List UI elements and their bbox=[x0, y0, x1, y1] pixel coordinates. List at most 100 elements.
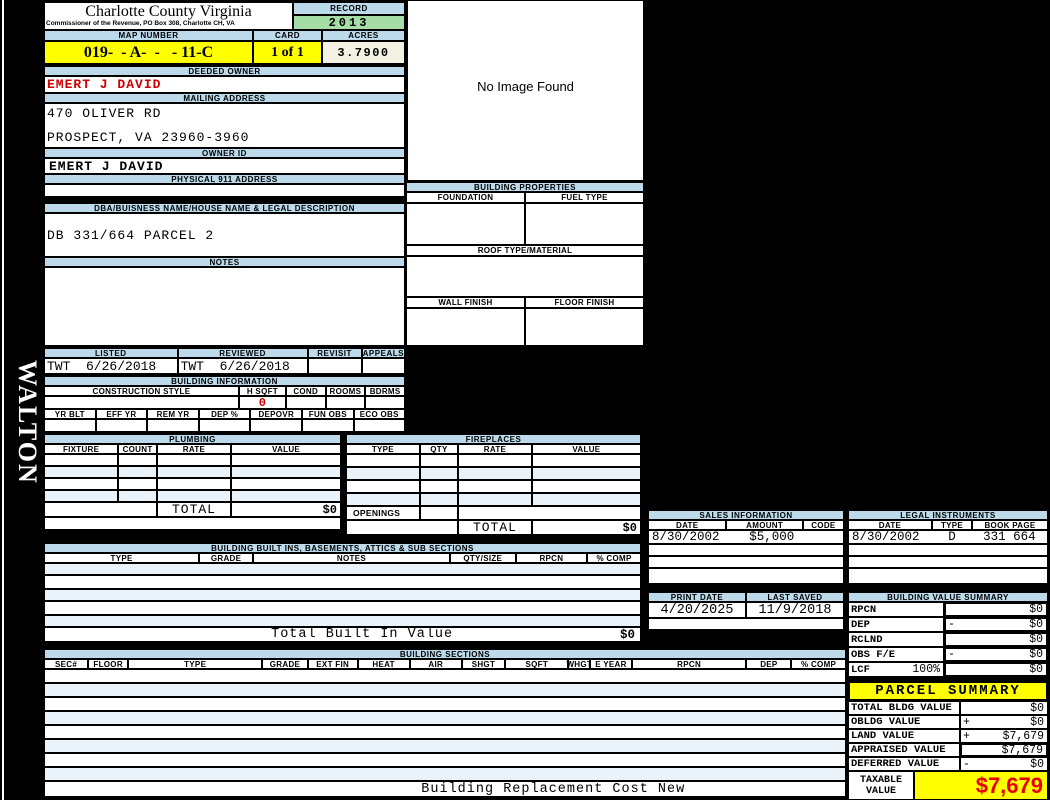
sales-date-value: 8/30/2002 bbox=[652, 530, 720, 544]
hsqft-value: 0 bbox=[238, 396, 286, 410]
building-properties: BUILDING PROPERTIES FOUNDATION FUEL TYPE… bbox=[406, 182, 644, 346]
sales-row: 8/30/2002 $5,000 bbox=[648, 530, 844, 544]
review-table: LISTED REVIEWED REVISIT APPEALS TWT 6/26… bbox=[44, 348, 405, 374]
legal-type-label: TYPE bbox=[932, 520, 972, 530]
building-information: BUILDING INFORMATION CONSTRUCTION STYLE … bbox=[44, 376, 405, 432]
vs-obs-label: OBS F/E bbox=[848, 647, 944, 662]
address-line2: PROSPECT, VA 23960-3960 bbox=[47, 130, 250, 145]
taxable-label-line2: VALUE bbox=[865, 785, 896, 797]
fp-rate-label: RATE bbox=[458, 444, 532, 454]
ps-obldg-value: $0 bbox=[1030, 715, 1044, 729]
foundation-label: FOUNDATION bbox=[406, 192, 525, 203]
cond-label: COND bbox=[285, 386, 326, 396]
built-ins-total-value: $0 bbox=[619, 627, 635, 642]
effyr-value bbox=[95, 419, 148, 432]
ps-deferred-label: DEFERRED VALUE bbox=[848, 757, 960, 771]
ps-total-bldg-label: TOTAL BLDG VALUE bbox=[848, 701, 960, 715]
building-information-title: BUILDING INFORMATION bbox=[44, 376, 405, 386]
funobs-value bbox=[302, 419, 354, 432]
listed-value: TWT 6/26/2018 bbox=[44, 358, 178, 374]
legal-bookpage-value: 331 664 bbox=[983, 530, 1036, 544]
bs-type-label: TYPE bbox=[128, 659, 263, 669]
floor-finish-value bbox=[525, 308, 644, 346]
last-saved-value: 11/9/2018 bbox=[746, 602, 844, 618]
vs-rpcn-label: RPCN bbox=[848, 602, 944, 617]
ecoobs-label: ECO OBS bbox=[353, 409, 405, 419]
legal-bookpage-label: BOOK PAGE bbox=[972, 520, 1048, 530]
ps-land-value: $7,679 bbox=[1002, 729, 1044, 743]
value-summary-title: BUILDING VALUE SUMMARY bbox=[848, 592, 1048, 602]
sales-date-label: DATE bbox=[648, 520, 727, 530]
vs-dep-sign: - bbox=[948, 618, 955, 631]
vs-rclnd-label: RCLND bbox=[848, 632, 944, 647]
bdrms-value bbox=[365, 396, 405, 409]
ps-obldg-sign: + bbox=[963, 715, 970, 729]
ps-land-sign: + bbox=[963, 729, 970, 743]
built-ins-table: BUILDING BUILT INS, BASEMENTS, ATTICS & … bbox=[44, 543, 641, 642]
card-label: CARD bbox=[253, 30, 322, 41]
funobs-label: FUN OBS bbox=[302, 409, 354, 419]
rate-label: RATE bbox=[156, 444, 232, 454]
wall-finish-label: WALL FINISH bbox=[406, 297, 525, 308]
vs-lcf-text: LCF bbox=[851, 663, 870, 676]
print-date-value: 4/20/2025 bbox=[648, 602, 746, 618]
ps-deferred-value: $0 bbox=[1030, 757, 1044, 771]
last-saved-label: LAST SAVED bbox=[746, 592, 844, 602]
remyr-value bbox=[147, 419, 199, 432]
dep-pct-label: DEP % bbox=[198, 409, 251, 419]
revisit-label: REVISIT bbox=[307, 348, 362, 358]
bs-comp-label: % COMP bbox=[791, 659, 846, 669]
appeals-value bbox=[361, 358, 405, 374]
no-image-text: No Image Found bbox=[477, 79, 574, 94]
fuel-type-value bbox=[525, 203, 644, 245]
fixture-label: FIXTURE bbox=[44, 444, 119, 454]
plumbing-table: PLUMBING FIXTURE COUNT RATE VALUE TOTAL … bbox=[44, 434, 341, 530]
address-line1: 470 OLIVER RD bbox=[47, 106, 162, 121]
reviewed-value: TWT 6/26/2018 bbox=[177, 358, 308, 374]
floor-finish-label: FLOOR FINISH bbox=[525, 297, 644, 308]
fp-type-label: TYPE bbox=[346, 444, 420, 454]
bi-rpcn-label: RPCN bbox=[515, 553, 588, 563]
card-value: 1 of 1 bbox=[253, 41, 322, 64]
county-header: Charlotte County Virginia Commissioner o… bbox=[44, 2, 293, 30]
bs-whgt-label: WHGT bbox=[566, 659, 593, 669]
bs-rpcn-label: RPCN bbox=[631, 659, 747, 669]
bdrms-label: BDRMS bbox=[365, 386, 405, 396]
legal-title: LEGAL INSTRUMENTS bbox=[848, 510, 1048, 520]
rooms-value bbox=[325, 396, 366, 409]
legal-row: 8/30/2002 D 331 664 bbox=[848, 530, 1048, 544]
legal-date-value: 8/30/2002 bbox=[852, 530, 920, 544]
sales-code-label: CODE bbox=[802, 520, 844, 530]
deeded-owner-value: EMERT J DAVID bbox=[44, 76, 405, 93]
commissioner-line: Commissioner of the Revenue, PO Box 308,… bbox=[46, 20, 235, 27]
plumbing-blank-row bbox=[44, 517, 341, 530]
hsqft-label: H SQFT bbox=[238, 386, 286, 396]
bs-floor-label: FLOOR bbox=[88, 659, 129, 669]
print-date-label: PRINT DATE bbox=[648, 592, 746, 602]
ps-appraised-label: APPRAISED VALUE bbox=[848, 743, 960, 757]
depovr-value bbox=[250, 419, 303, 432]
sales-amount-value: $5,000 bbox=[749, 530, 795, 544]
print-info: PRINT DATE LAST SAVED 4/20/2025 11/9/201… bbox=[648, 592, 844, 630]
watermark-walton: WALTON bbox=[13, 359, 42, 485]
acres-label: ACRES bbox=[322, 30, 405, 41]
bs-sec-label: SEC# bbox=[44, 659, 89, 669]
depovr-label: DEPOVR bbox=[250, 409, 303, 419]
reviewed-label: REVIEWED bbox=[177, 348, 308, 358]
fireplaces-table: FIREPLACES TYPE QTY RATE VALUE OPENINGS … bbox=[346, 434, 641, 535]
appeals-label: APPEALS bbox=[361, 348, 405, 358]
revisit-value bbox=[307, 358, 362, 374]
roof-type-value bbox=[406, 256, 644, 297]
county-name: Charlotte County Virginia bbox=[85, 3, 252, 20]
wall-finish-value bbox=[406, 308, 525, 346]
built-ins-total-row: Total Built In Value $0 bbox=[44, 627, 641, 642]
notes-area bbox=[44, 267, 405, 346]
vs-lcf-label: LCF 100% bbox=[848, 662, 944, 677]
legal-date-label: DATE bbox=[848, 520, 932, 530]
taxable-label-line1: TAXABLE bbox=[859, 774, 902, 786]
built-ins-title: BUILDING BUILT INS, BASEMENTS, ATTICS & … bbox=[44, 543, 641, 553]
dep-pct-value bbox=[198, 419, 251, 432]
vs-lcf-value: $0 bbox=[1029, 663, 1043, 676]
plumbing-total-value: $0 bbox=[231, 502, 341, 517]
bi-notes-label: NOTES bbox=[252, 553, 450, 563]
